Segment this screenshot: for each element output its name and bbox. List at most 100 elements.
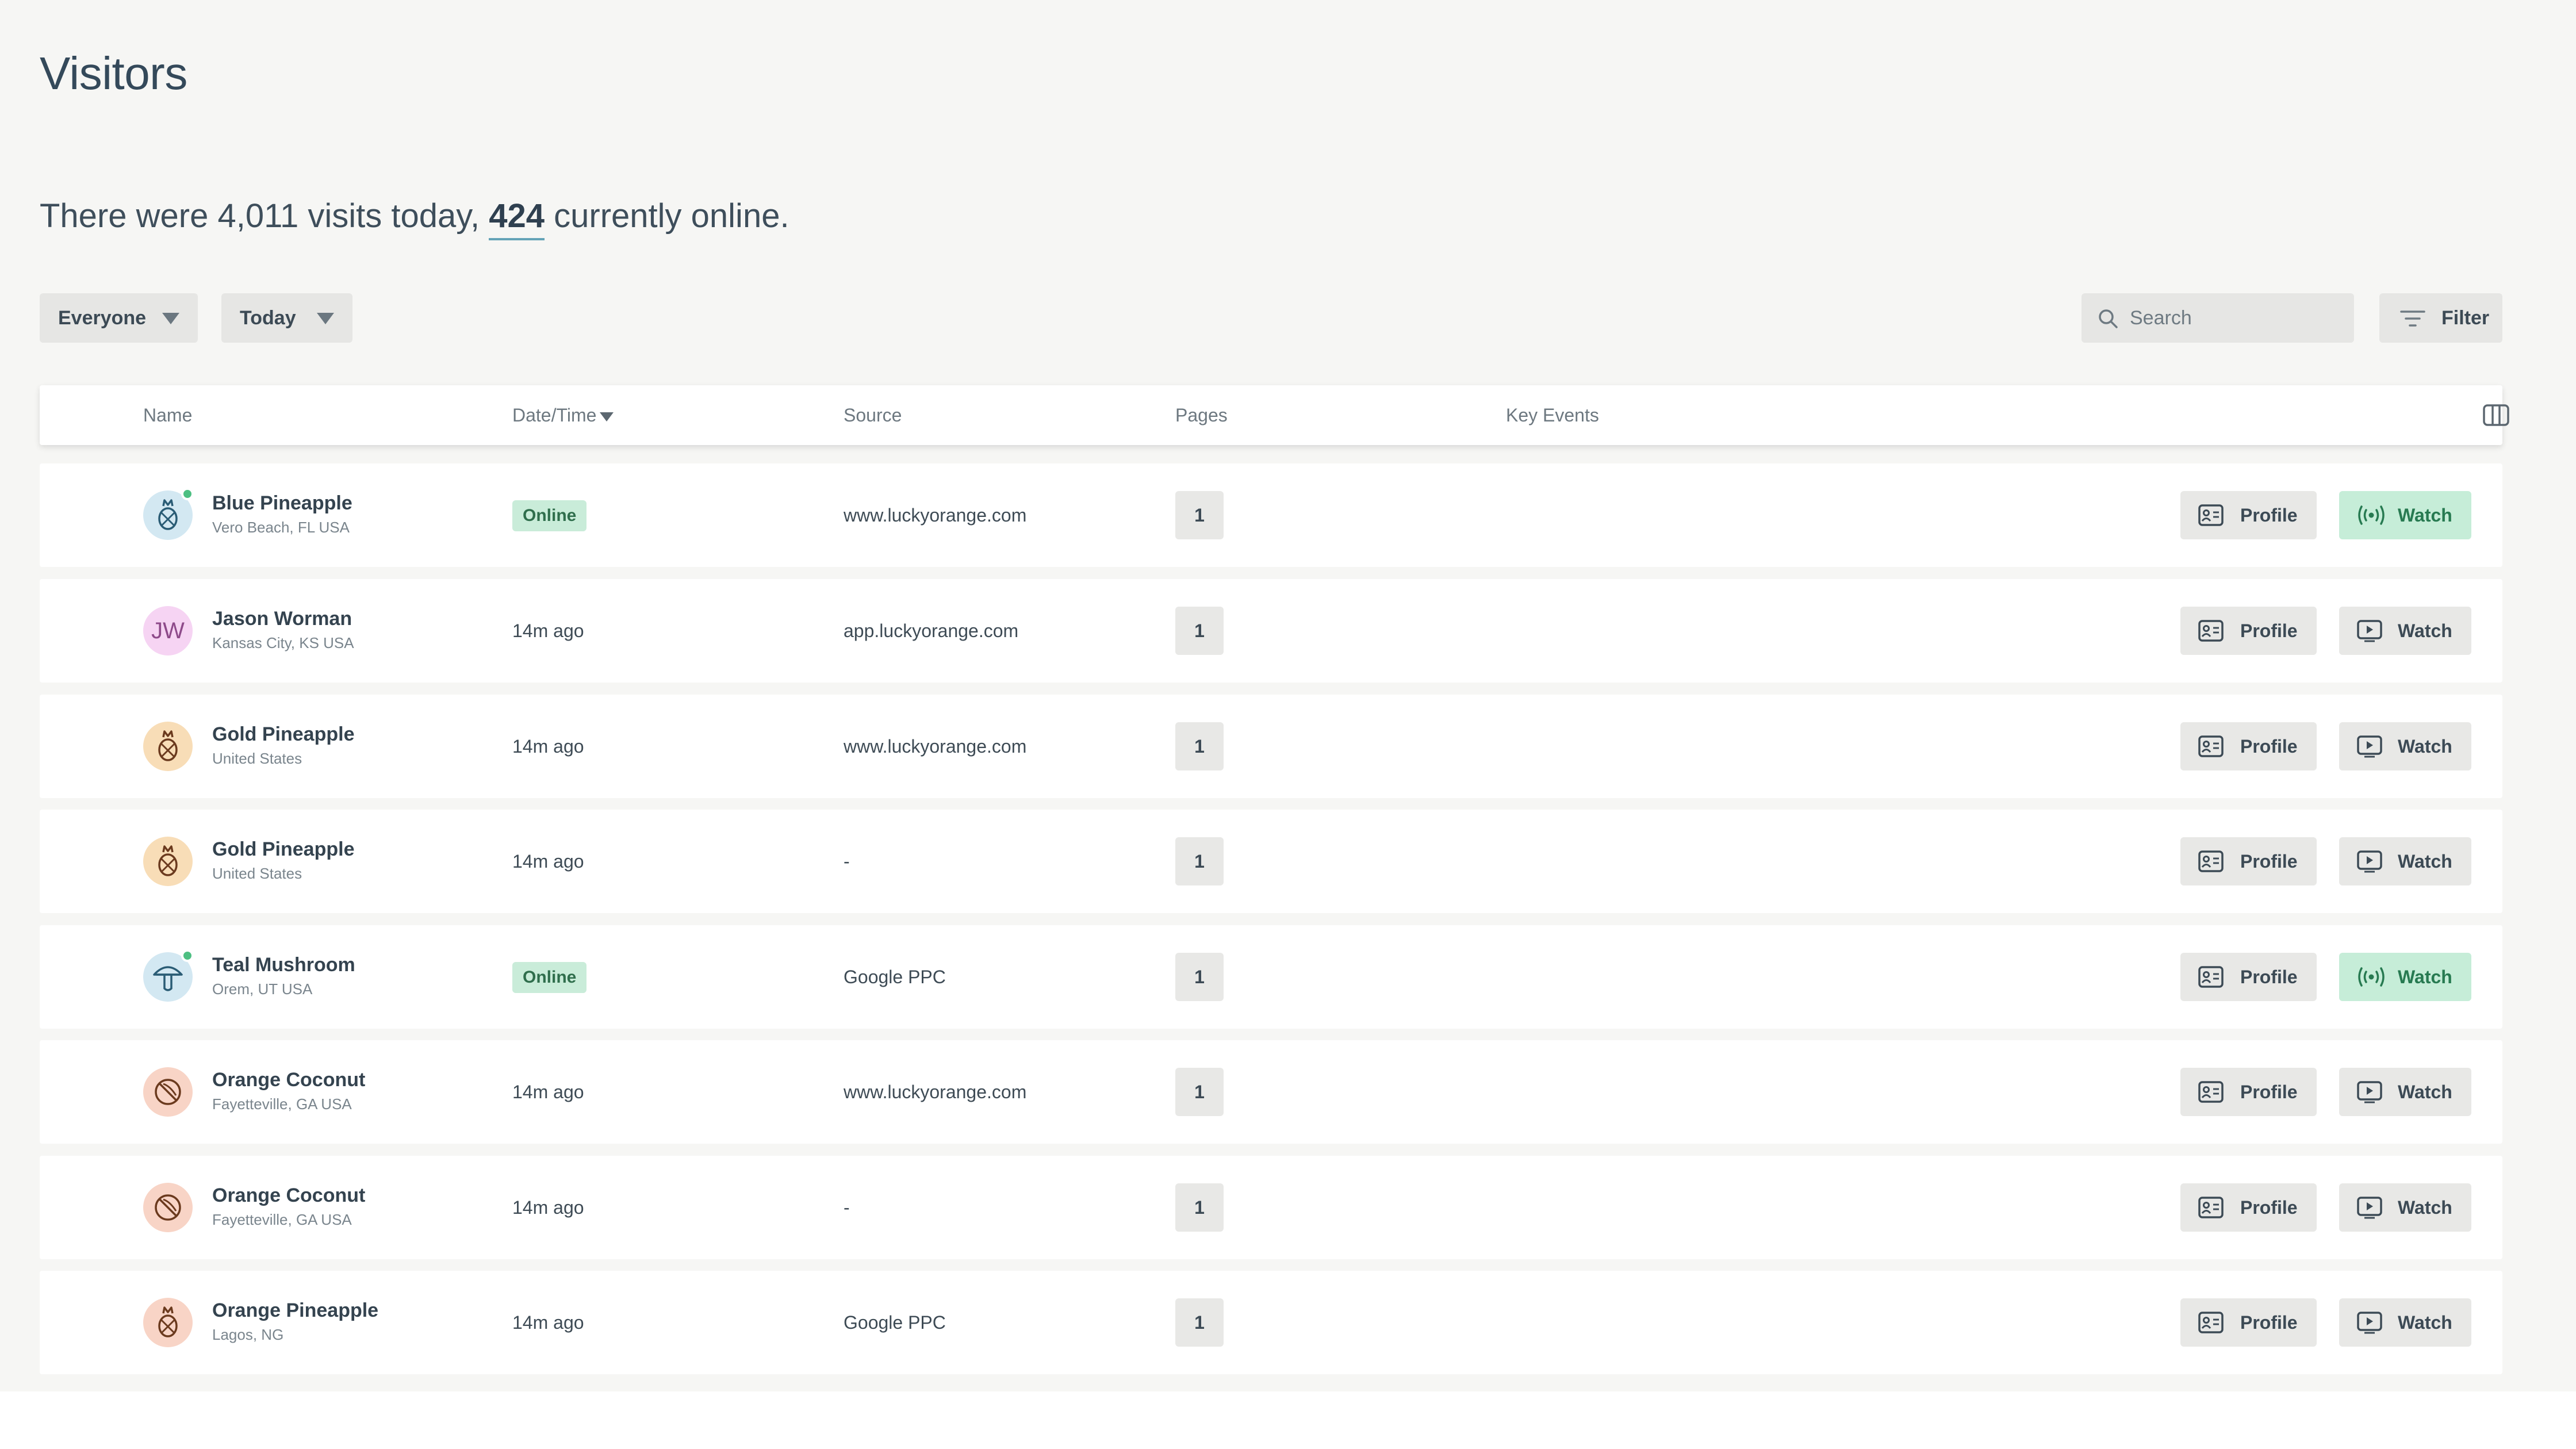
pineapple-icon — [158, 845, 178, 876]
visitor-row[interactable]: Teal Mushroom Orem, UT USA Online Google… — [40, 925, 2502, 1029]
visitor-row[interactable]: Orange Coconut Fayetteville, GA USA 14m … — [40, 1040, 2502, 1144]
column-header-key-events[interactable]: Key Events — [1506, 405, 1599, 426]
profile-button[interactable]: Profile — [2180, 837, 2317, 885]
profile-card-icon — [2198, 1312, 2224, 1333]
profile-button[interactable]: Profile — [2180, 1068, 2317, 1116]
visitor-location: Vero Beach, FL USA — [212, 519, 350, 536]
watch-live-button[interactable]: Watch — [2339, 491, 2471, 539]
pineapple-avatar — [143, 1298, 193, 1347]
search-icon — [2099, 309, 2118, 328]
date-range-dropdown[interactable]: Today — [221, 293, 352, 343]
visitor-location: United States — [212, 865, 302, 882]
visits-summary: There were 4,011 visits today, 424 curre… — [40, 197, 789, 240]
pages-count: 1 — [1175, 1298, 1224, 1347]
audience-dropdown[interactable]: Everyone — [40, 293, 198, 343]
profile-button-label: Profile — [2240, 1197, 2298, 1218]
profile-button-label: Profile — [2240, 736, 2298, 757]
watch-live-button[interactable]: Watch — [2339, 953, 2471, 1001]
filter-button[interactable]: Filter — [2379, 293, 2502, 343]
filter-label: Filter — [2441, 307, 2490, 329]
avatar-initials: JW — [151, 618, 185, 643]
visit-source: www.luckyorange.com — [844, 505, 1027, 526]
pineapple-icon — [158, 499, 178, 530]
visitor-location: Orem, UT USA — [212, 980, 313, 998]
pages-count: 1 — [1175, 1183, 1224, 1232]
profile-button[interactable]: Profile — [2180, 1298, 2317, 1347]
visitor-row[interactable]: Gold Pineapple United States 14m ago - 1… — [40, 810, 2502, 913]
pages-count: 1 — [1175, 491, 1224, 539]
visitor-row[interactable]: Blue Pineapple Vero Beach, FL USA Online… — [40, 463, 2502, 567]
visitor-name: Gold Pineapple — [212, 723, 355, 745]
profile-button[interactable]: Profile — [2180, 491, 2317, 539]
online-status-dot — [181, 488, 194, 500]
visit-time: 14m ago — [512, 851, 584, 872]
visitors-page: Visitors There were 4,011 visits today, … — [0, 0, 2576, 1392]
watch-button-label: Watch — [2398, 851, 2452, 872]
profile-button-label: Profile — [2240, 1312, 2298, 1333]
watch-button-label: Watch — [2398, 1197, 2452, 1218]
watch-button-label: Watch — [2398, 620, 2452, 641]
pineapple-icon — [158, 1306, 178, 1337]
visitor-location: Fayetteville, GA USA — [212, 1211, 352, 1228]
watch-button[interactable]: Watch — [2339, 1183, 2471, 1232]
column-header-source[interactable]: Source — [844, 405, 902, 426]
visit-source: - — [844, 1197, 850, 1218]
watch-button-label: Watch — [2398, 505, 2452, 526]
visitor-name: Blue Pineapple — [212, 492, 352, 514]
visit-source: www.luckyorange.com — [844, 736, 1027, 757]
search-input[interactable] — [2130, 293, 2343, 343]
column-header-name[interactable]: Name — [143, 405, 192, 426]
play-icon — [2357, 850, 2382, 873]
column-header-pages[interactable]: Pages — [1175, 405, 1228, 426]
pages-count: 1 — [1175, 953, 1224, 1001]
online-badge: Online — [512, 500, 587, 531]
columns-icon[interactable] — [2482, 402, 2510, 428]
profile-button[interactable]: Profile — [2180, 1183, 2317, 1232]
watch-button-label: Watch — [2398, 967, 2452, 987]
online-count-link[interactable]: 424 — [489, 197, 545, 240]
watch-button[interactable]: Watch — [2339, 722, 2471, 770]
search-box — [2082, 293, 2354, 343]
visitor-name: Gold Pineapple — [212, 838, 355, 860]
profile-card-icon — [2198, 850, 2224, 872]
coconut-icon — [155, 1079, 181, 1105]
visitor-row[interactable]: JW Jason Worman Kansas City, KS USA 14m … — [40, 579, 2502, 683]
watch-button[interactable]: Watch — [2339, 607, 2471, 655]
profile-card-icon — [2198, 735, 2224, 757]
table-header: Name Date/Time Source Pages Key Events — [40, 385, 2509, 445]
profile-button[interactable]: Profile — [2180, 953, 2317, 1001]
profile-button-label: Profile — [2240, 851, 2298, 872]
visit-source: Google PPC — [844, 967, 946, 987]
visitor-row[interactable]: Orange Pineapple Lagos, NG 14m ago Googl… — [40, 1271, 2502, 1374]
visitor-name: Orange Coconut — [212, 1184, 366, 1206]
watch-button[interactable]: Watch — [2339, 837, 2471, 885]
profile-card-icon — [2198, 1197, 2224, 1218]
watch-button[interactable]: Watch — [2339, 1298, 2471, 1347]
visit-source: - — [844, 851, 850, 872]
watch-button-label: Watch — [2398, 1312, 2452, 1333]
profile-button[interactable]: Profile — [2180, 722, 2317, 770]
audience-dropdown-label: Everyone — [58, 306, 147, 329]
visitor-location: Fayetteville, GA USA — [212, 1095, 352, 1113]
visit-time: 14m ago — [512, 620, 584, 641]
pineapple-avatar — [143, 837, 193, 886]
mushroom-icon — [153, 966, 183, 991]
profile-card-icon — [2198, 1081, 2224, 1103]
column-header-datetime[interactable]: Date/Time — [512, 405, 614, 426]
visitor-name: Jason Worman — [212, 608, 352, 630]
pineapple-avatar — [143, 722, 193, 771]
coconut-icon — [155, 1194, 181, 1221]
summary-prefix: There were 4,011 visits today, — [40, 197, 480, 235]
visitor-row[interactable]: Gold Pineapple United States 14m ago www… — [40, 695, 2502, 798]
profile-button[interactable]: Profile — [2180, 607, 2317, 655]
visit-time: 14m ago — [512, 1312, 584, 1333]
pages-count: 1 — [1175, 722, 1224, 770]
profile-button-label: Profile — [2240, 967, 2298, 987]
visitor-row[interactable]: Orange Coconut Fayetteville, GA USA 14m … — [40, 1156, 2502, 1259]
play-icon — [2357, 1197, 2382, 1219]
watch-button[interactable]: Watch — [2339, 1068, 2471, 1116]
visitor-name: Orange Coconut — [212, 1069, 366, 1091]
coconut-avatar — [143, 1067, 193, 1117]
visit-source: www.luckyorange.com — [844, 1082, 1027, 1102]
watch-button-label: Watch — [2398, 736, 2452, 757]
